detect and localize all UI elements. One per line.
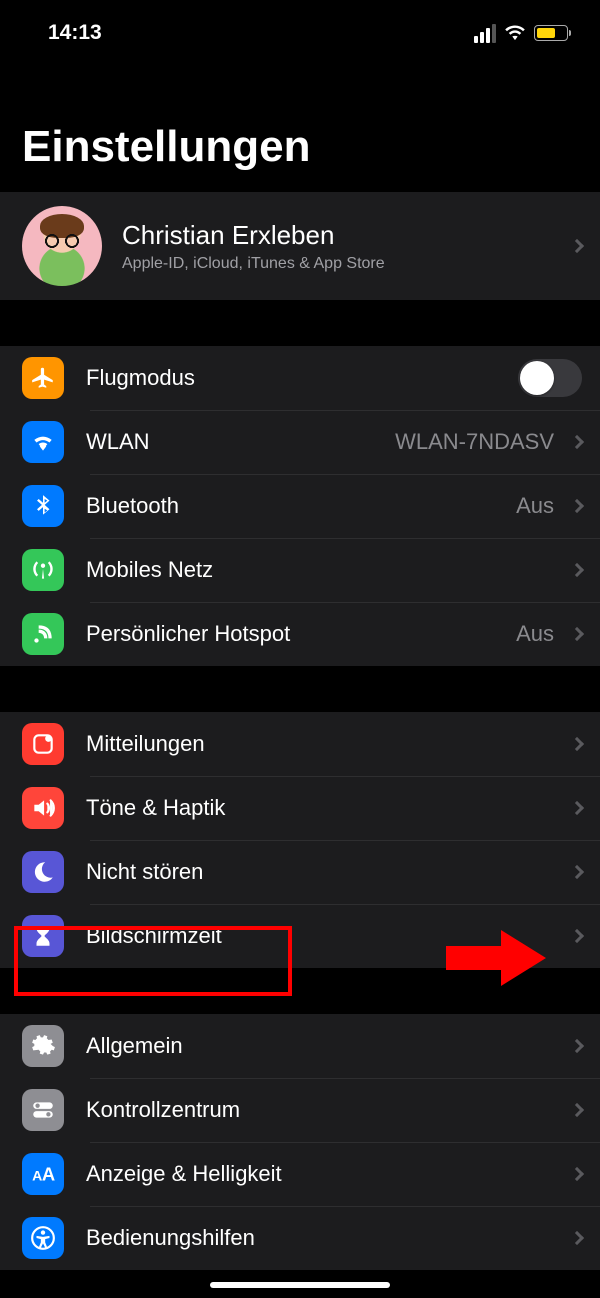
settings-row-notifications[interactable]: Mitteilungen <box>0 712 600 776</box>
chevron-right-icon <box>570 239 584 253</box>
settings-row-switches[interactable]: Kontrollzentrum <box>0 1078 600 1142</box>
chevron-right-icon <box>570 865 584 879</box>
row-detail: Aus <box>516 493 554 519</box>
chevron-right-icon <box>570 929 584 943</box>
wifi-icon <box>22 421 64 463</box>
settings-row-gear[interactable]: Allgemein <box>0 1014 600 1078</box>
cellular-signal-icon <box>474 24 496 43</box>
chevron-right-icon <box>570 1039 584 1053</box>
settings-group: FlugmodusWLANWLAN-7NDASVBluetoothAusMobi… <box>0 346 600 666</box>
settings-group: Mitteilungen Töne & Haptik Nicht stören Bil… <box>0 712 600 968</box>
row-label: Nicht stören <box>86 859 564 885</box>
gear-icon <box>22 1025 64 1067</box>
svg-text:A: A <box>32 1168 42 1184</box>
svg-text:A: A <box>42 1164 55 1185</box>
row-label: Töne & Haptik <box>86 795 564 821</box>
settings-row-cellular[interactable]: Mobiles Netz <box>0 538 600 602</box>
bluetooth-icon <box>22 485 64 527</box>
battery-icon <box>534 25 568 41</box>
chevron-right-icon <box>570 1231 584 1245</box>
chevron-right-icon <box>570 737 584 751</box>
chevron-right-icon <box>570 801 584 815</box>
settings-row-moon[interactable]: Nicht stören <box>0 840 600 904</box>
settings-row-bluetooth[interactable]: BluetoothAus <box>0 474 600 538</box>
chevron-right-icon <box>570 435 584 449</box>
row-label: Persönlicher Hotspot <box>86 621 516 647</box>
cellular-icon <box>22 549 64 591</box>
row-detail: Aus <box>516 621 554 647</box>
accessibility-icon <box>22 1217 64 1259</box>
chevron-right-icon <box>570 1103 584 1117</box>
row-detail: WLAN-7NDASV <box>395 429 554 455</box>
hourglass-icon <box>22 915 64 957</box>
status-time: 14:13 <box>48 21 102 45</box>
home-indicator <box>210 1282 390 1288</box>
settings-row-hotspot[interactable]: Persönlicher HotspotAus <box>0 602 600 666</box>
settings-row-sounds[interactable]: Töne & Haptik <box>0 776 600 840</box>
row-label: Anzeige & Helligkeit <box>86 1161 564 1187</box>
profile-text: Christian Erxleben Apple-ID, iCloud, iTu… <box>122 220 544 273</box>
row-label: Allgemein <box>86 1033 564 1059</box>
row-label: Flugmodus <box>86 365 518 391</box>
settings-group: Allgemein Kontrollzentrum AA Anzeige & Hell… <box>0 1014 600 1270</box>
aa-icon: AA <box>22 1153 64 1195</box>
switches-icon <box>22 1089 64 1131</box>
airplane-icon <box>22 357 64 399</box>
settings-row-accessibility[interactable]: Bedienungshilfen <box>0 1206 600 1270</box>
settings-row-wifi[interactable]: WLANWLAN-7NDASV <box>0 410 600 474</box>
page-title: Einstellungen <box>0 52 600 192</box>
row-label: Mobiles Netz <box>86 557 564 583</box>
profile-name: Christian Erxleben <box>122 220 544 251</box>
apple-id-row[interactable]: Christian Erxleben Apple-ID, iCloud, iTu… <box>0 192 600 300</box>
profile-subtitle: Apple-ID, iCloud, iTunes & App Store <box>122 255 544 273</box>
sounds-icon <box>22 787 64 829</box>
status-bar: 14:13 <box>0 0 600 52</box>
wifi-icon <box>504 25 526 41</box>
toggle-switch[interactable] <box>518 359 582 397</box>
status-indicators <box>474 24 568 43</box>
chevron-right-icon <box>570 499 584 513</box>
row-label: Bluetooth <box>86 493 516 519</box>
chevron-right-icon <box>570 563 584 577</box>
chevron-right-icon <box>570 627 584 641</box>
chevron-right-icon <box>570 1167 584 1181</box>
profile-group: Christian Erxleben Apple-ID, iCloud, iTu… <box>0 192 600 300</box>
avatar <box>22 206 102 286</box>
settings-row-aa[interactable]: AA Anzeige & Helligkeit <box>0 1142 600 1206</box>
row-label: Bildschirmzeit <box>86 923 564 949</box>
row-label: WLAN <box>86 429 395 455</box>
row-label: Bedienungshilfen <box>86 1225 564 1251</box>
settings-row-airplane[interactable]: Flugmodus <box>0 346 600 410</box>
hotspot-icon <box>22 613 64 655</box>
row-label: Kontrollzentrum <box>86 1097 564 1123</box>
settings-row-hourglass[interactable]: Bildschirmzeit <box>0 904 600 968</box>
row-label: Mitteilungen <box>86 731 564 757</box>
notifications-icon <box>22 723 64 765</box>
moon-icon <box>22 851 64 893</box>
